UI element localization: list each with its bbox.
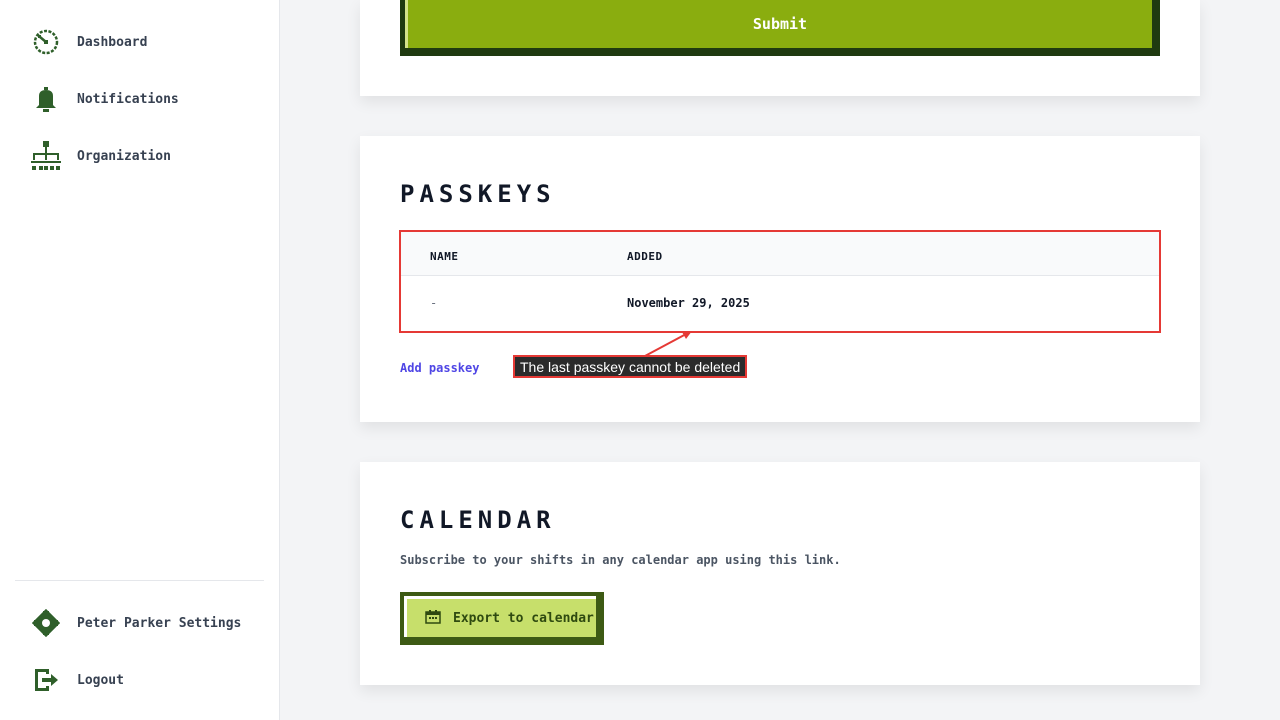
bell-icon bbox=[30, 83, 62, 115]
calendar-card: CALENDAR Subscribe to your shifts in any… bbox=[360, 462, 1200, 685]
passkeys-table: NAME ADDED - November 29, 2025 bbox=[399, 230, 1161, 333]
table-row: - November 29, 2025 bbox=[401, 276, 1159, 331]
export-button-label: Export to calendar bbox=[453, 610, 594, 626]
export-button-inner: Export to calendar bbox=[404, 596, 596, 637]
passkey-tooltip: The last passkey cannot be deleted bbox=[513, 355, 748, 378]
form-card: Submit bbox=[360, 0, 1200, 96]
passkey-added-date: November 29, 2025 bbox=[627, 296, 750, 310]
sidebar-item-label: Organization bbox=[77, 148, 171, 164]
sidebar-item-label: Peter Parker Settings bbox=[77, 615, 242, 631]
sidebar-item-label: Logout bbox=[77, 672, 124, 688]
calendar-icon bbox=[425, 609, 441, 628]
sidebar-item-dashboard[interactable]: Dashboard bbox=[30, 25, 260, 59]
export-calendar-button[interactable]: Export to calendar bbox=[400, 592, 604, 645]
sidebar-item-settings[interactable]: Peter Parker Settings bbox=[30, 606, 260, 640]
gear-icon bbox=[30, 607, 62, 639]
submit-button-label: Submit bbox=[405, 0, 1152, 48]
passkeys-card: PASSKEYS NAME ADDED - November 29, 2025 … bbox=[360, 136, 1200, 422]
add-passkey-link[interactable]: Add passkey bbox=[400, 361, 479, 375]
table-header: NAME ADDED bbox=[401, 232, 1159, 276]
logout-icon bbox=[30, 664, 62, 696]
sidebar-item-notifications[interactable]: Notifications bbox=[30, 82, 260, 116]
calendar-description: Subscribe to your shifts in any calendar… bbox=[400, 553, 841, 567]
sidebar-item-logout[interactable]: Logout bbox=[30, 663, 260, 697]
passkey-name: - bbox=[430, 296, 438, 310]
column-header-name: NAME bbox=[430, 250, 459, 263]
sidebar-item-organization[interactable]: Organization bbox=[30, 139, 260, 173]
sidebar-divider bbox=[15, 580, 264, 581]
sidebar: Dashboard Notifications Organization Pet… bbox=[0, 0, 280, 720]
sidebar-item-label: Notifications bbox=[77, 91, 179, 107]
dashboard-icon bbox=[30, 26, 62, 58]
org-chart-icon bbox=[30, 140, 62, 172]
column-header-added: ADDED bbox=[627, 250, 663, 263]
sidebar-item-label: Dashboard bbox=[77, 34, 148, 50]
submit-button[interactable]: Submit bbox=[400, 0, 1160, 56]
calendar-title: CALENDAR bbox=[400, 506, 556, 534]
passkeys-title: PASSKEYS bbox=[400, 180, 556, 208]
